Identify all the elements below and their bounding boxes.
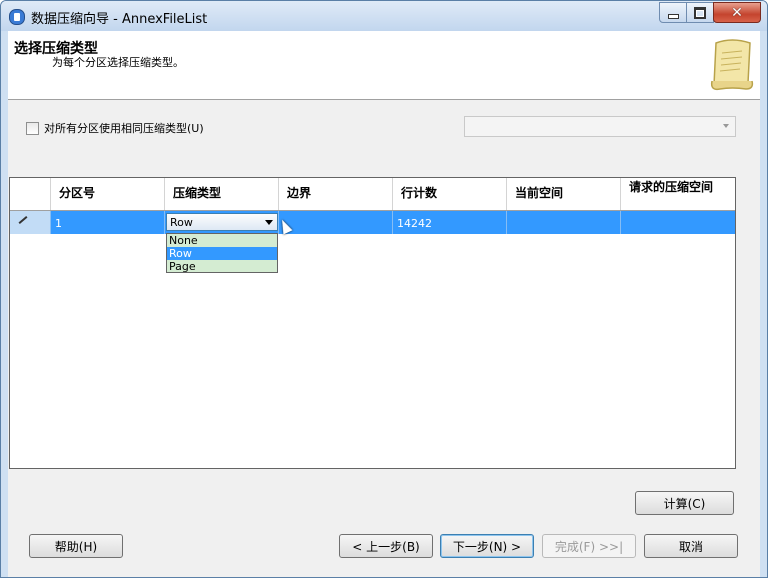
- app-icon: [9, 9, 25, 25]
- help-button[interactable]: 帮助(H): [29, 534, 123, 558]
- row-header[interactable]: [10, 211, 51, 234]
- maximize-button[interactable]: [686, 2, 714, 23]
- compression-type-dropdown[interactable]: None Row Page: [166, 233, 278, 273]
- grid-corner: [10, 178, 51, 210]
- cell-current-space[interactable]: [507, 211, 621, 234]
- column-header-compression[interactable]: 压缩类型: [165, 178, 279, 210]
- pencil-icon: [18, 216, 28, 224]
- cell-boundary[interactable]: [279, 211, 393, 234]
- column-header-row-count[interactable]: 行计数: [393, 178, 507, 210]
- scroll-icon: [710, 39, 754, 91]
- cell-requested-space[interactable]: [621, 211, 735, 234]
- compression-type-combo[interactable]: Row: [166, 213, 278, 231]
- chevron-down-icon: [265, 220, 273, 225]
- column-header-requested-space[interactable]: 请求的压缩空间: [621, 178, 735, 210]
- table-row[interactable]: 1 14242: [10, 211, 735, 234]
- close-button[interactable]: ✕: [713, 2, 761, 23]
- maximize-icon: [694, 6, 706, 19]
- cancel-button[interactable]: 取消: [644, 534, 738, 558]
- column-header-current-space[interactable]: 当前空间: [507, 178, 621, 210]
- partition-grid[interactable]: 分区号 压缩类型 边界 行计数 当前空间 请求的压缩空间 1 14242 Row: [9, 177, 736, 469]
- dropdown-option-row[interactable]: Row: [167, 247, 277, 260]
- wizard-header: 选择压缩类型 为每个分区选择压缩类型。: [8, 31, 760, 100]
- dropdown-option-none[interactable]: None: [167, 234, 277, 247]
- same-compression-option[interactable]: 对所有分区使用相同压缩类型(U): [26, 120, 204, 136]
- dropdown-option-page[interactable]: Page: [167, 260, 277, 273]
- same-compression-checkbox[interactable]: [26, 121, 39, 135]
- column-header-boundary[interactable]: 边界: [279, 178, 393, 210]
- title-bar[interactable]: 数据压缩向导 - AnnexFileList ✕: [1, 1, 767, 31]
- page-subtitle: 为每个分区选择压缩类型。: [52, 56, 184, 69]
- back-button[interactable]: < 上一步(B): [339, 534, 433, 558]
- grid-header: 分区号 压缩类型 边界 行计数 当前空间 请求的压缩空间: [10, 178, 735, 211]
- wizard-body: 选择压缩类型 为每个分区选择压缩类型。 对所有分区使用相同压缩类型(U) 分区号…: [8, 31, 760, 577]
- wizard-window: 数据压缩向导 - AnnexFileList ✕ 选择压缩类型 为每个分区选择压…: [0, 0, 768, 578]
- cell-row-count[interactable]: 14242: [393, 211, 507, 234]
- global-compression-combo: [464, 116, 736, 137]
- calculate-button[interactable]: 计算(C): [635, 491, 734, 515]
- same-compression-label: 对所有分区使用相同压缩类型(U): [44, 122, 204, 135]
- cell-partition[interactable]: 1: [51, 211, 165, 234]
- window-title: 数据压缩向导 - AnnexFileList: [31, 12, 208, 27]
- next-button[interactable]: 下一步(N) >: [440, 534, 534, 558]
- column-header-partition[interactable]: 分区号: [51, 178, 165, 210]
- minimize-button[interactable]: [659, 2, 687, 23]
- close-icon: ✕: [731, 4, 743, 21]
- finish-button: 完成(F) >>|: [542, 534, 636, 558]
- chevron-down-icon: [723, 124, 729, 128]
- minimize-icon: [667, 14, 679, 19]
- compression-type-value: Row: [170, 216, 193, 229]
